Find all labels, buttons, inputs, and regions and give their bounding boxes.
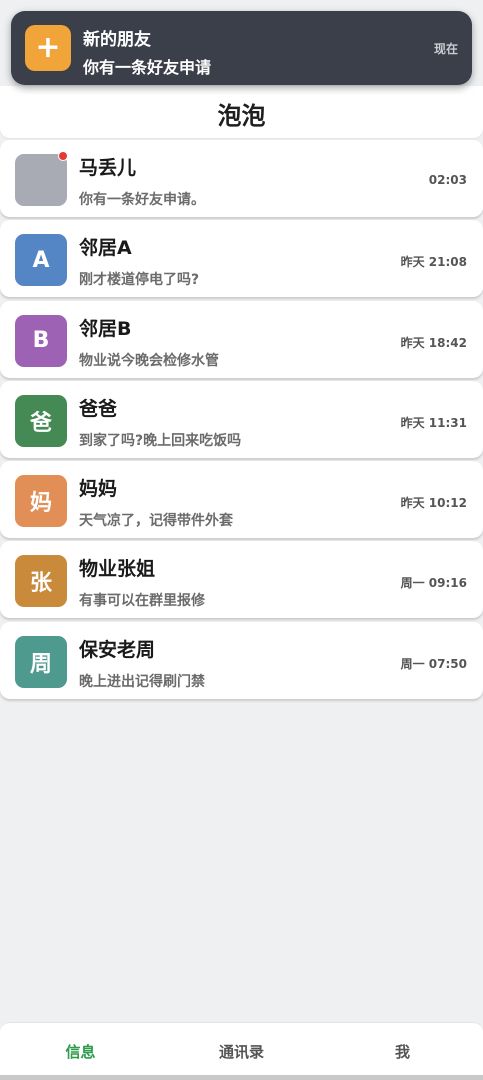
bottom-nav: 信息 通讯录 我 xyxy=(0,1022,483,1080)
chat-time: 昨天 10:12 xyxy=(400,496,467,511)
avatar: 妈 xyxy=(15,475,67,528)
chat-item-property-zhang[interactable]: 张 物业张姐 有事可以在群里报修 周一 09:16 xyxy=(0,541,483,619)
chat-name: 妈妈 xyxy=(79,478,118,501)
chat-last-message: 有事可以在群里报修 xyxy=(79,593,205,610)
chat-time: 昨天 18:42 xyxy=(400,335,467,350)
chat-name: 爸爸 xyxy=(79,397,118,420)
avatar: A xyxy=(15,234,67,287)
chat-name: 物业张姐 xyxy=(79,558,156,581)
unread-dot xyxy=(58,151,68,161)
page-title: 泡泡 xyxy=(217,101,266,130)
notification-time: 现在 xyxy=(433,42,458,56)
chat-time: 昨天 11:31 xyxy=(400,415,467,430)
chat-last-message: 你有一条好友申请。 xyxy=(79,192,205,208)
chat-last-message: 到家了吗?晚上回来吃饭吗 xyxy=(79,432,242,449)
chat-item-maduer[interactable]: 马丢儿 你有一条好友申请。 02:03 xyxy=(0,140,483,217)
chat-name: 保安老周 xyxy=(79,638,156,661)
avatar: 周 xyxy=(15,635,67,688)
chat-last-message: 刚才楼道停电了吗? xyxy=(79,272,200,289)
app-header: 泡泡 xyxy=(0,86,483,138)
chat-last-message: 物业说今晚会检修水管 xyxy=(79,352,219,369)
chat-item-dad[interactable]: 爸 爸爸 到家了吗?晚上回来吃饭吗 昨天 11:31 xyxy=(0,380,483,458)
notification-body: 你有一条好友申请 xyxy=(83,58,212,77)
chat-time: 02:03 xyxy=(428,173,467,187)
chat-item-guard-zhou[interactable]: 周 保安老周 晚上进出记得刷门禁 周一 07:50 xyxy=(0,621,483,699)
chat-item-neighbor-a[interactable]: A 邻居A 刚才楼道停电了吗? 昨天 21:08 xyxy=(0,220,483,298)
chat-time: 周一 09:16 xyxy=(400,576,467,591)
chat-item-neighbor-b[interactable]: B 邻居B 物业说今晚会检修水管 昨天 18:42 xyxy=(0,300,483,378)
chat-list: 马丢儿 你有一条好友申请。 02:03 A 邻居A 刚才楼道停电了吗? 昨天 2… xyxy=(0,140,483,702)
chat-name: 邻居B xyxy=(79,317,132,340)
new-friend-notification[interactable]: + 新的朋友 你有一条好友申请 现在 xyxy=(11,11,472,85)
chat-name: 邻居A xyxy=(79,237,132,260)
avatar: 爸 xyxy=(15,394,67,447)
avatar: 张 xyxy=(15,555,67,608)
avatar: B xyxy=(15,314,67,367)
tab-messages[interactable]: 信息 xyxy=(0,1023,161,1080)
chat-last-message: 晚上进出记得刷门禁 xyxy=(79,673,205,690)
tab-contacts[interactable]: 通讯录 xyxy=(161,1023,322,1080)
avatar xyxy=(15,154,67,206)
chat-time: 昨天 21:08 xyxy=(400,255,467,270)
plus-icon: + xyxy=(25,25,71,71)
chat-last-message: 天气凉了，记得带件外套 xyxy=(79,513,233,530)
home-indicator xyxy=(0,1075,483,1080)
chat-time: 周一 07:50 xyxy=(400,656,467,671)
notification-title: 新的朋友 xyxy=(83,30,151,50)
tab-me[interactable]: 我 xyxy=(322,1023,483,1080)
chat-name: 马丢儿 xyxy=(79,157,137,179)
screen: + 新的朋友 你有一条好友申请 现在 泡泡 马丢儿 你有一条好友申请。 02:0… xyxy=(0,0,483,1080)
chat-item-mom[interactable]: 妈 妈妈 天气凉了，记得带件外套 昨天 10:12 xyxy=(0,461,483,539)
